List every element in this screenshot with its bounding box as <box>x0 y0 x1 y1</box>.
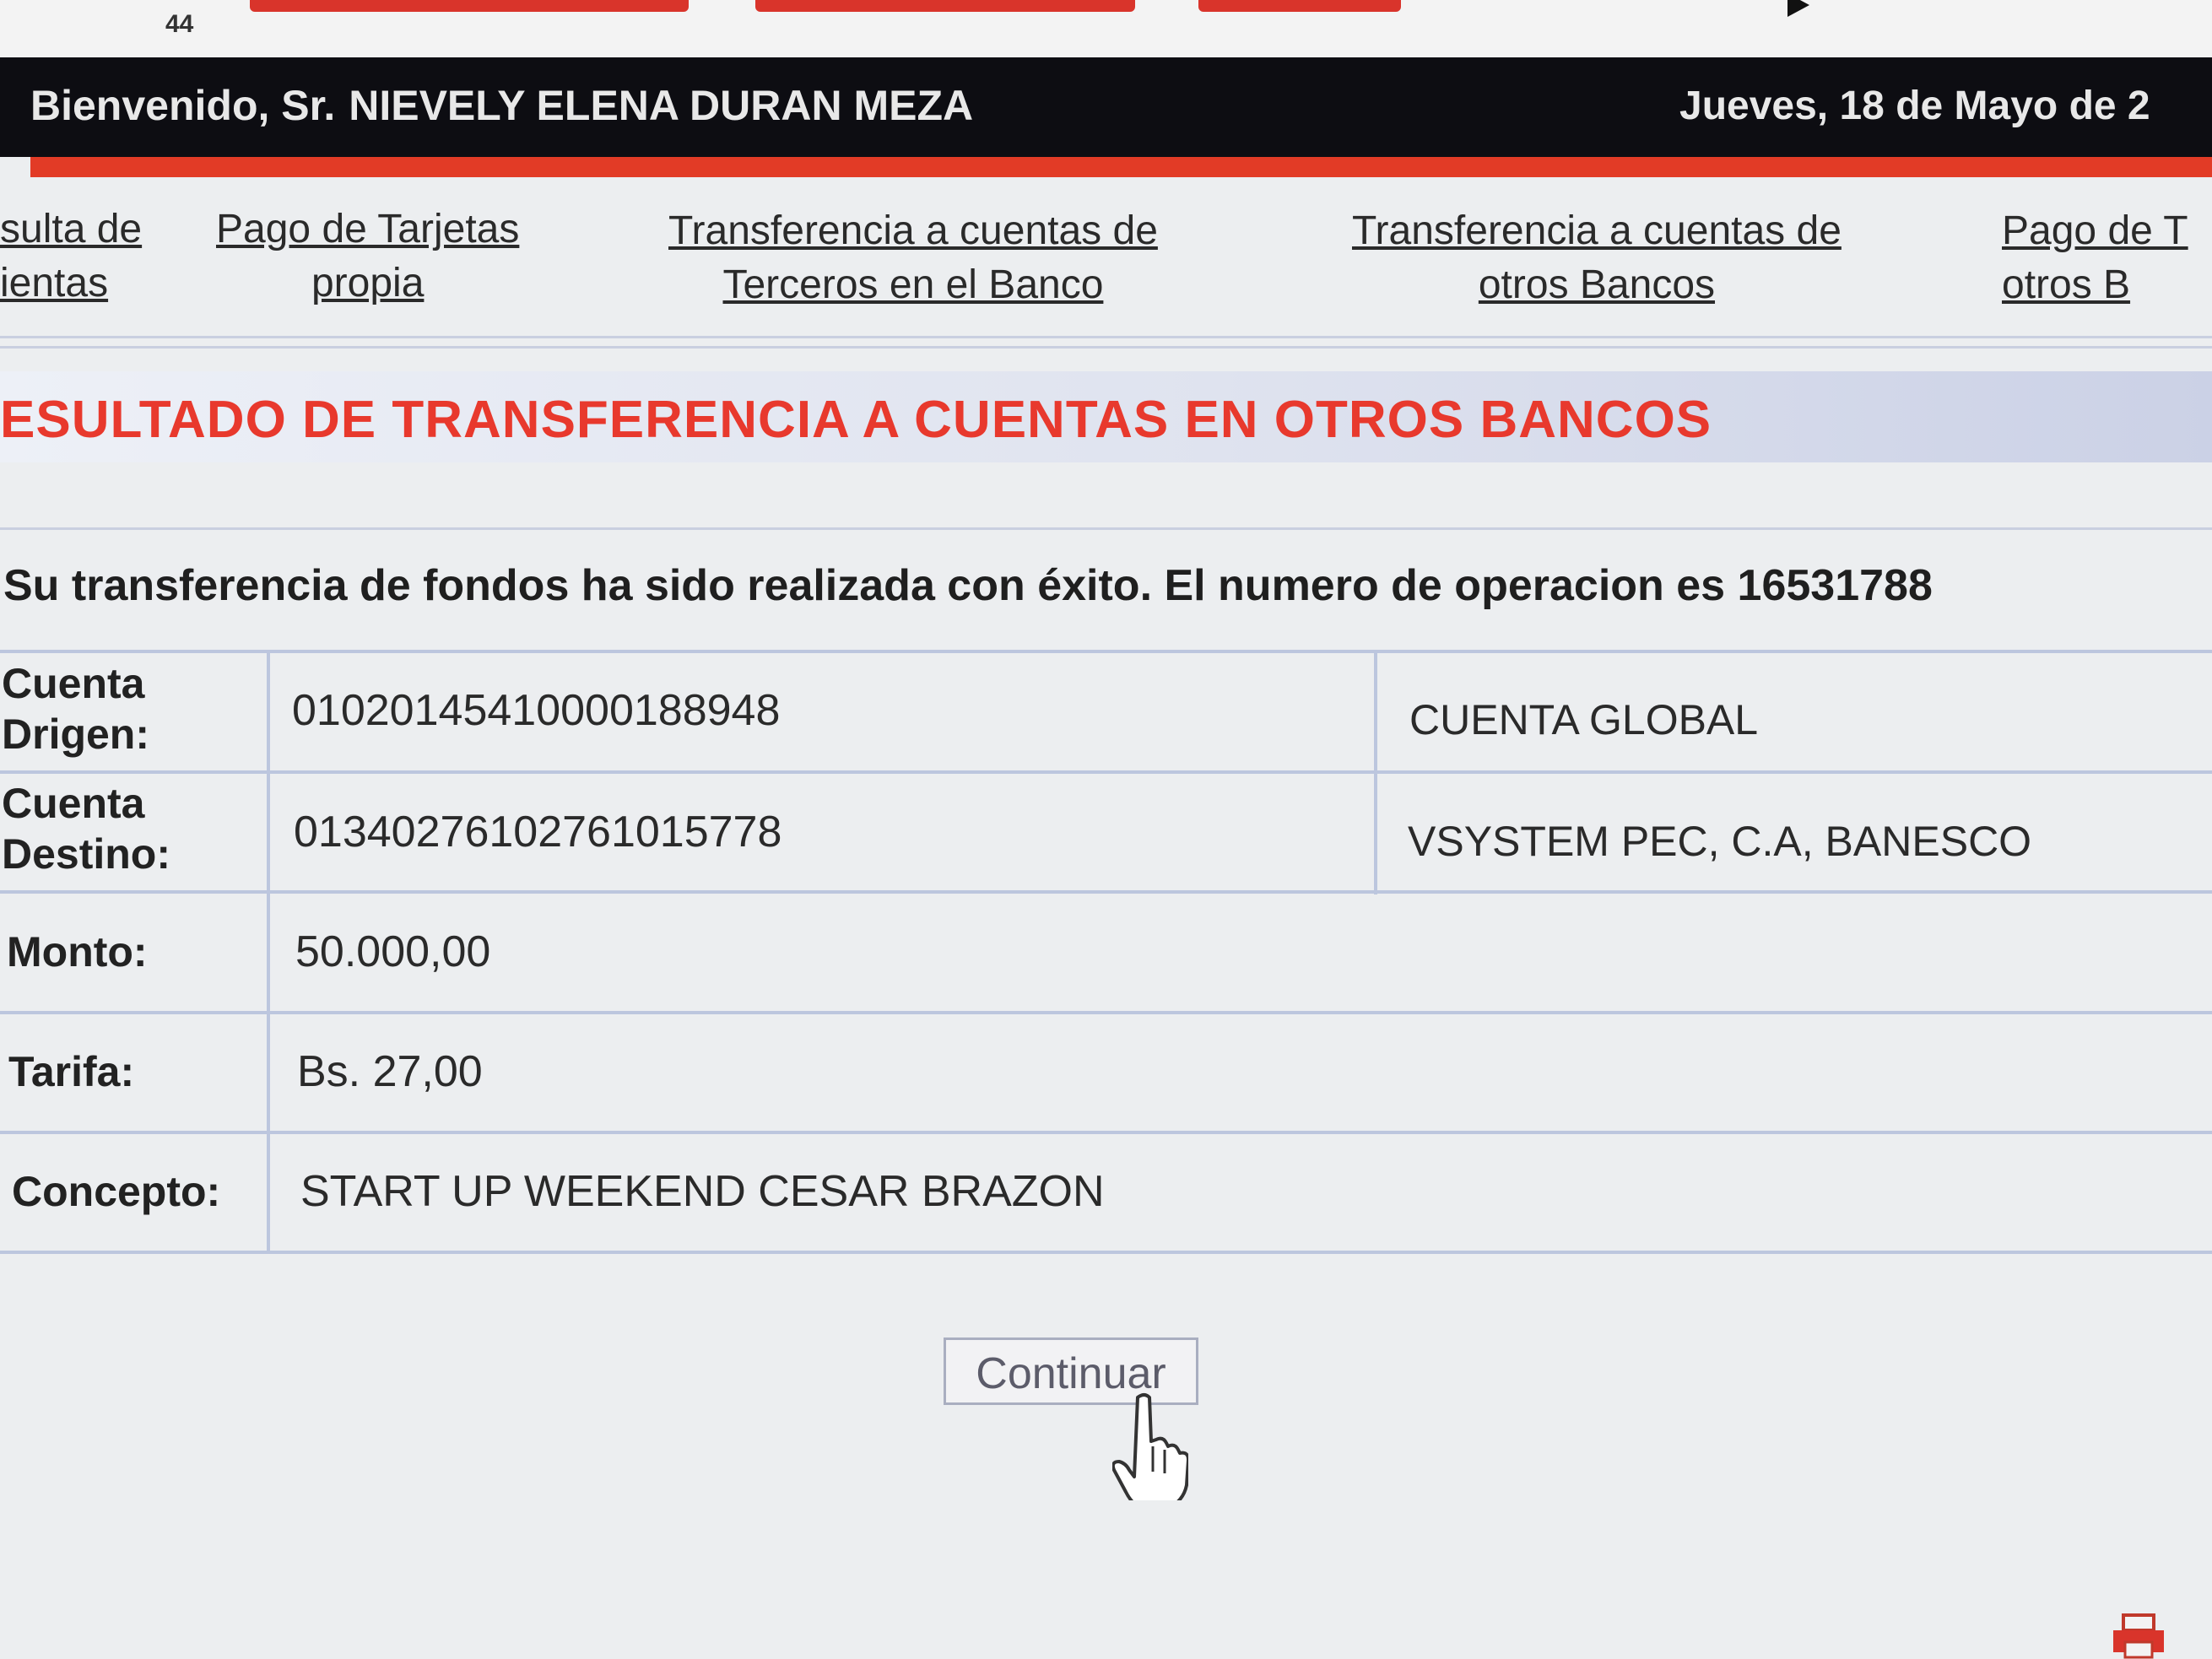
accent-bar <box>30 157 2212 177</box>
concept-value: START UP WEEKEND CESAR BRAZON <box>300 1167 1105 1216</box>
concept-label: Concepto: <box>12 1168 221 1215</box>
destination-account-name: VSYSTEM PEC, C.A, BANESCO <box>1408 818 2032 865</box>
current-date: Jueves, 18 de Mayo de 2 <box>1679 84 2150 128</box>
hand-cursor-icon <box>1112 1393 1188 1500</box>
nav-link-pago-otros-bancos[interactable]: Pago de T otros B <box>2002 204 2188 312</box>
toolbar-fragment <box>1198 0 1401 12</box>
origin-account-label: Cuenta Drigen: <box>2 660 149 758</box>
toolbar-fragment <box>755 0 1135 12</box>
divider <box>0 346 2212 349</box>
origin-account-name: CUENTA GLOBAL <box>1409 696 1759 743</box>
nav-link-transferencia-otros-bancos[interactable]: Transferencia a cuentas de otros Bancos <box>1352 204 1842 312</box>
amount-value: 50.000,00 <box>295 927 491 976</box>
fee-value: Bs. 27,00 <box>297 1047 483 1096</box>
welcome-text: Bienvenido, Sr. NIEVELY ELENA DURAN MEZA <box>30 81 973 130</box>
divider <box>0 527 2212 530</box>
user-name: NIEVELY ELENA DURAN MEZA <box>349 82 974 129</box>
page-title: ESULTADO DE TRANSFERENCIA A CUENTAS EN O… <box>0 391 1712 449</box>
amount-label: Monto: <box>7 928 148 975</box>
nav-link-transferencia-terceros[interactable]: Transferencia a cuentas de Terceros en e… <box>668 204 1158 312</box>
success-message: Su transferencia de fondos ha sido reali… <box>3 561 1933 610</box>
destination-account-number: 01340276102761015778 <box>294 808 782 857</box>
tab-count: 44 <box>165 10 194 38</box>
play-arrow-icon <box>1787 0 1809 17</box>
printer-icon[interactable] <box>2110 1613 2169 1659</box>
toolbar-fragment <box>250 0 689 12</box>
destination-account-label: Cuenta Destino: <box>2 780 170 878</box>
origin-account-number: 01020145410000188948 <box>292 686 781 735</box>
fee-label: Tarifa: <box>8 1048 135 1095</box>
nav-link-pago-tarjetas[interactable]: Pago de Tarjetas propia <box>216 203 519 311</box>
nav-link-consulta-cuentas[interactable]: sulta de ientas <box>0 203 142 311</box>
divider <box>0 336 2212 338</box>
welcome-prefix: Bienvenido, Sr. <box>30 82 336 129</box>
